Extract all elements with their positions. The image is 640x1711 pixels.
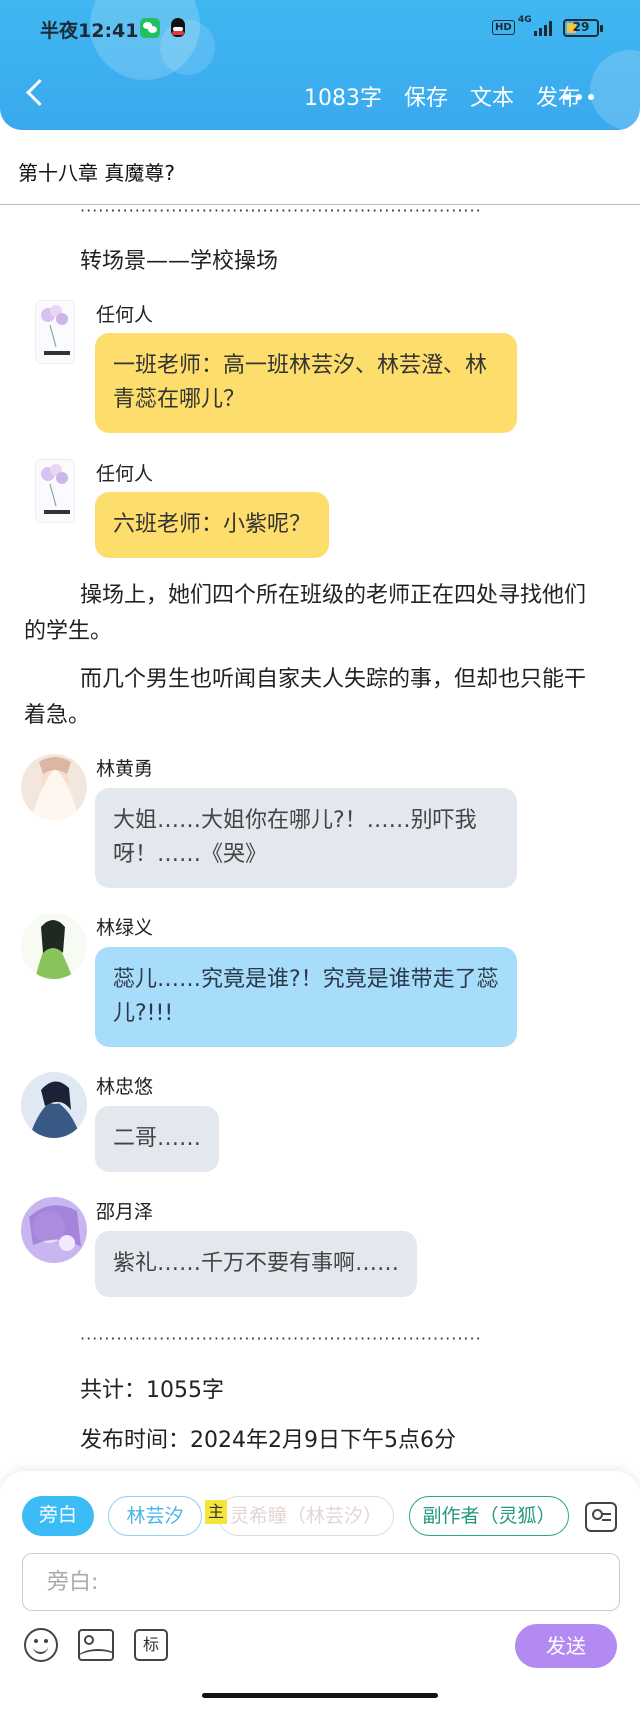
speaker-name: 林绿义 — [96, 917, 154, 939]
avatar-art-icon — [21, 913, 87, 979]
speaker-name: 邵月泽 — [96, 1201, 154, 1223]
signal-icon — [534, 20, 554, 36]
tag-button[interactable]: 标 — [134, 1629, 168, 1661]
role-chip-lin-yunxi[interactable]: 林芸汐 — [108, 1496, 202, 1536]
message-bubble[interactable]: 一班老师：高一班林芸汐、林芸澄、林青蕊在哪儿？ — [95, 333, 517, 433]
total-word-count: 共计：1055字 — [80, 1378, 224, 1403]
wechat-icon — [140, 18, 160, 38]
publish-time: 发布时间：2024年2月9日下午5点6分 — [80, 1428, 456, 1453]
battery-level: 29 — [572, 20, 590, 34]
message-bubble[interactable]: 二哥…… — [95, 1106, 220, 1172]
card-art-icon — [36, 301, 74, 363]
status-bar: 半夜12:41 HD 4G 29 — [0, 14, 640, 44]
role-chip-co-author[interactable]: 副作者（灵狐） — [409, 1496, 569, 1536]
message-input[interactable] — [47, 1566, 587, 1598]
editor-toolbar: 1083字 保存 文本 发布 — [304, 80, 580, 112]
avatar[interactable] — [21, 913, 87, 979]
text-button[interactable]: 文本 — [470, 80, 514, 112]
role-chip-narration[interactable]: 旁白 — [22, 1496, 94, 1536]
battery-icon: 29 — [563, 19, 603, 37]
hd-icon: HD — [492, 20, 515, 35]
save-button[interactable]: 保存 — [404, 80, 448, 112]
speaker-name: 任何人 — [96, 463, 154, 485]
speaker-name: 林忠悠 — [96, 1076, 154, 1098]
emoji-icon[interactable] — [24, 1628, 58, 1662]
dotted-divider: ········································… — [80, 201, 482, 220]
status-time: 半夜12:41 — [40, 20, 139, 42]
avatar-art-icon — [21, 1197, 87, 1263]
narration-paragraph: 而几个男生也听闻自家夫人失踪的事，但却也只能干着急。 — [24, 667, 587, 728]
dotted-divider: ········································… — [80, 1329, 482, 1348]
scene-heading: 转场景——学校操场 — [80, 249, 279, 274]
speaker-name: 林黄勇 — [96, 758, 154, 780]
message-bubble[interactable]: 紫礼……千万不要有事啊…… — [95, 1231, 418, 1297]
back-button[interactable] — [22, 78, 50, 110]
message-bubble[interactable]: 六班老师：小紫呢？ — [95, 492, 330, 558]
more-options-icon[interactable] — [560, 94, 600, 102]
avatar[interactable] — [35, 459, 75, 523]
avatar-art-icon — [21, 1072, 87, 1138]
home-indicator — [202, 1693, 438, 1698]
role-list-icon[interactable] — [585, 1502, 617, 1532]
avatar[interactable] — [35, 300, 75, 364]
main-role-badge: 主 — [205, 1500, 227, 1524]
app-header: 半夜12:41 HD 4G 29 1083字 保存 文本 发布 — [0, 0, 640, 130]
image-icon[interactable] — [78, 1629, 114, 1661]
message-input-box — [22, 1553, 620, 1611]
avatar[interactable] — [21, 1072, 87, 1138]
send-button[interactable]: 发送 — [515, 1624, 617, 1668]
card-art-icon — [36, 460, 74, 522]
chapter-title[interactable]: 第十八章 真魔尊? — [18, 157, 175, 186]
avatar[interactable] — [21, 1197, 87, 1263]
role-chip-lingxitong[interactable]: 灵希瞳（林芸汐） — [218, 1496, 394, 1536]
decor-bubble — [590, 50, 640, 130]
speaker-name: 任何人 — [96, 304, 154, 326]
narration-paragraph: 操场上，她们四个所在班级的老师正在四处寻找他们的学生。 — [24, 583, 587, 644]
network-label: 4G — [518, 15, 532, 25]
qq-icon — [168, 18, 188, 38]
message-bubble[interactable]: 蕊儿……究竟是谁?！究竟是谁带走了蕊儿?!!! — [95, 947, 517, 1047]
message-bubble[interactable]: 大姐……大姐你在哪儿?！……别吓我呀！……《哭》 — [95, 788, 517, 888]
avatar[interactable] — [21, 754, 87, 820]
avatar-art-icon — [21, 754, 87, 820]
word-count-button[interactable]: 1083字 — [304, 80, 382, 112]
